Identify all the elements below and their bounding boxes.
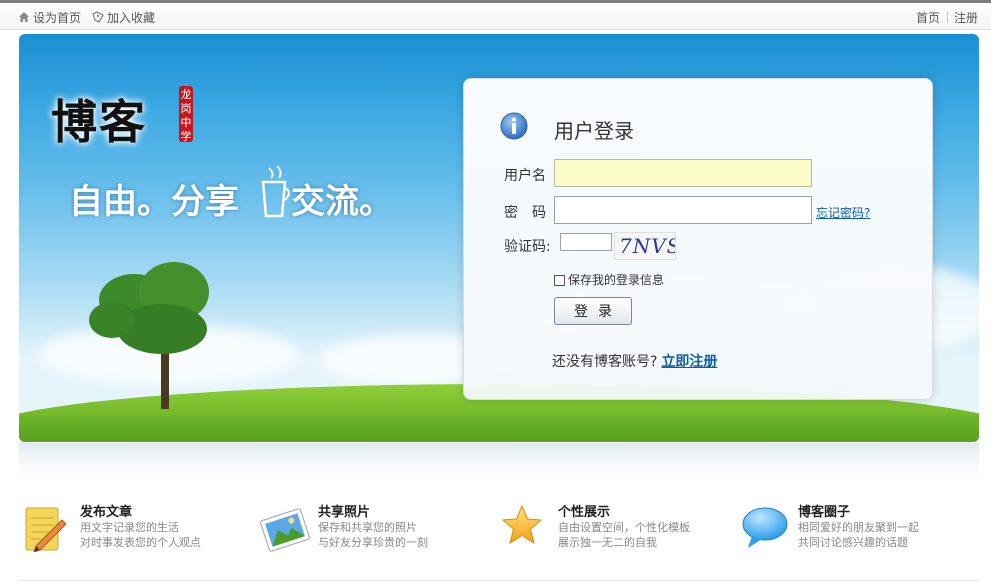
slogan-part-2: 交流。 [291,182,393,222]
captcha-input[interactable] [560,233,612,251]
feature-line-1: 自由设置空间，个性化模板 [558,521,690,534]
feature-line-1: 保存和共享您的照片 [318,521,417,534]
tree-foliage [89,302,135,338]
feature-description: 自由设置空间，个性化模板 展示独一无二的自我 [558,520,690,550]
set-homepage-label: 设为首页 [33,11,82,25]
speech-bubble-icon [742,507,788,548]
password-label: 密 码 [504,205,546,221]
feature-line-1: 用文字记录您的生活 [80,521,179,534]
feature-description: 相同爱好的朋友聚到一起 共同讨论感兴趣的话题 [798,520,919,550]
feature-description: 用文字记录您的生活对时事发表您的个人观点 [80,520,201,550]
add-favorite-label: 加入收藏 [107,11,156,25]
slogan: 自由。分享 交流。 [69,174,393,223]
register-now-link[interactable]: 立即注册 [661,354,717,370]
feature-title: 个性展示 [558,505,611,520]
notepad-pencil-icon [25,507,67,552]
slogan-part-1: 自由。分享 [69,182,239,222]
username-input[interactable] [554,159,812,187]
grass-ground [19,416,979,442]
feature-personal-display: 个性展示 自由设置空间，个性化模板 展示独一无二的自我 [500,498,730,558]
photo-icon [260,508,310,552]
feature-share-photos: 共享照片 保存和共享您的照片 与好友分享珍贵的一刻 [260,498,490,558]
feature-line-2: 共同讨论感兴趣的话题 [798,536,908,549]
feature-title: 博客圈子 [798,505,851,520]
top-toolbar: 设为首页 加入收藏 首页 注册 [0,3,991,30]
checkbox-box[interactable] [554,275,565,286]
forgot-password-link[interactable]: 忘记密码? [816,204,870,221]
captcha-text: 7NVS [619,234,676,258]
blog-logo: 博客 [51,95,147,149]
feature-line-2: 与好友分享珍贵的一刻 [318,536,428,549]
feature-line-2: 展示独一无二的自我 [558,536,657,549]
nav-register-link[interactable]: 注册 [954,9,978,26]
login-panel: 用户登录 用户名 密 码 忘记密码? 验证码: 7NVS 保存我的登录信息 登录… [463,78,933,400]
remember-me-label: 保存我的登录信息 [568,273,665,287]
feature-line-2: 对时事发表您的个人观点 [80,536,201,549]
login-title: 用户登录 [554,119,634,143]
no-account-label: 还没有博客账号? [552,354,658,370]
feature-title: 共享照片 [318,505,371,520]
set-homepage-link[interactable]: 设为首页 [18,9,81,26]
password-input[interactable] [554,196,812,224]
feature-title: 发布文章 [80,505,133,520]
feature-line-1: 相同爱好的朋友聚到一起 [798,521,919,534]
captcha-image[interactable]: 7NVS [614,232,676,260]
username-label: 用户名 [504,168,546,184]
info-icon [500,112,528,140]
star-icon [501,504,543,545]
banner-reflection [19,443,979,483]
feature-description: 保存和共享您的照片 与好友分享珍贵的一刻 [318,520,428,550]
footer-divider [19,580,979,581]
toolbar-divider [947,11,948,23]
bookmark-icon [92,11,104,23]
remember-me-checkbox[interactable]: 保存我的登录信息 [554,271,664,288]
feature-publish-article: 发布文章 用文字记录您的生活对时事发表您的个人观点 [22,498,252,558]
hero-banner: 博客 龙岗中学 自由。分享 交流。 用户登录 用户名 密 码 忘记密码? 验证码:… [19,34,979,442]
login-button[interactable]: 登录 [554,297,632,325]
nav-home-link[interactable]: 首页 [916,9,940,26]
home-icon [19,12,29,22]
feature-blog-circle: 博客圈子 相同爱好的朋友聚到一起 共同讨论感兴趣的话题 [740,498,970,558]
no-account-text: 还没有博客账号? 立即注册 [552,351,717,371]
school-seal: 龙岗中学 [179,86,193,143]
captcha-label: 验证码: [504,239,551,255]
cup-icon [261,165,290,218]
add-favorite-link[interactable]: 加入收藏 [92,9,155,26]
